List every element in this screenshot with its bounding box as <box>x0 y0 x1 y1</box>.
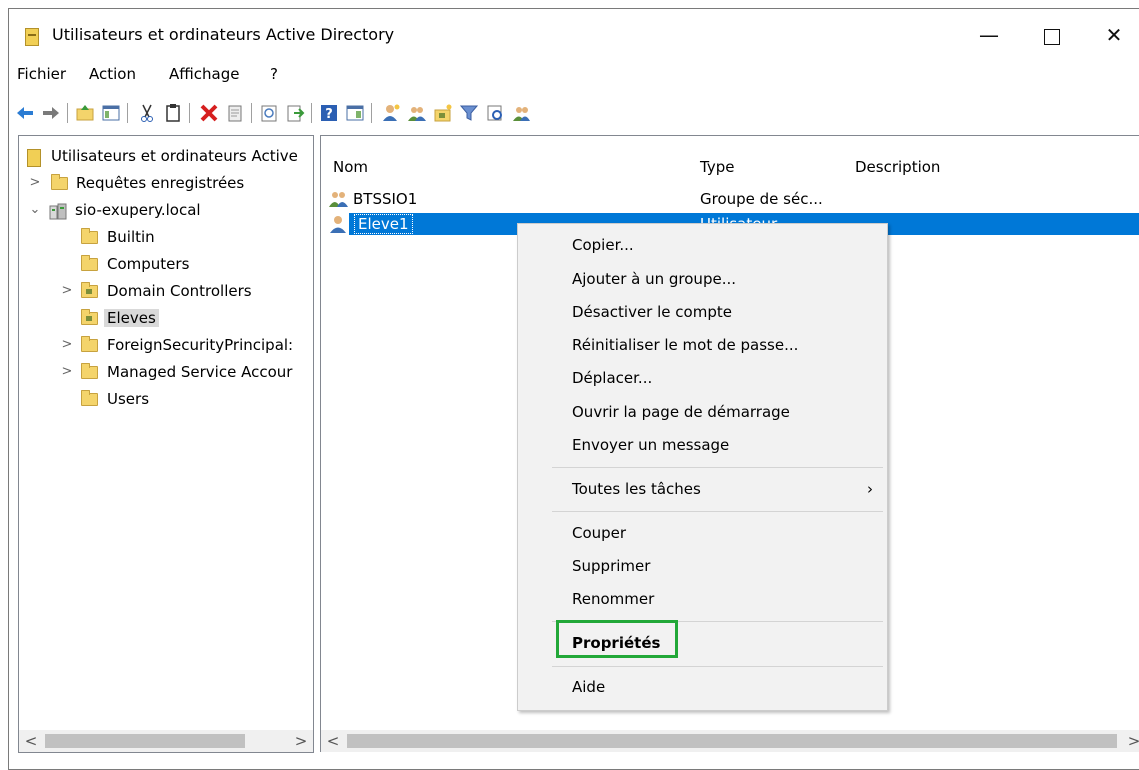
minimize-button[interactable]: — <box>966 17 1012 53</box>
toolbar-separator <box>189 103 190 123</box>
menu-item-cut[interactable]: Couper <box>572 524 626 542</box>
back-arrow-icon[interactable] <box>15 103 35 123</box>
svg-text:?: ? <box>325 107 333 122</box>
menu-action[interactable]: Action <box>89 65 136 83</box>
menu-item-disable-account[interactable]: Désactiver le compte <box>572 303 732 321</box>
menu-separator <box>552 511 883 512</box>
scrollbar-thumb[interactable] <box>347 734 1117 748</box>
toolbar-separator <box>67 103 68 123</box>
toolbar-separator <box>311 103 312 123</box>
toolbar-separator <box>371 103 372 123</box>
tree-item-label: Builtin <box>107 228 155 246</box>
expand-chevron-icon[interactable]: > <box>61 338 73 351</box>
paste-icon[interactable] <box>163 103 183 123</box>
menu-item-reset-password[interactable]: Réinitialiser le mot de passe... <box>572 336 798 354</box>
group-icon <box>329 192 348 207</box>
menu-item-send-mail[interactable]: Envoyer un message <box>572 436 729 454</box>
menu-item-help[interactable]: Aide <box>572 678 605 696</box>
cut-icon[interactable] <box>137 103 157 123</box>
column-header-type[interactable]: Type <box>700 158 734 176</box>
ad-console-icon <box>25 28 39 46</box>
domain-icon <box>49 203 67 220</box>
forward-arrow-icon[interactable] <box>41 103 61 123</box>
tree-item-label: Domain Controllers <box>107 282 252 300</box>
menu-item-copy[interactable]: Copier... <box>572 236 634 254</box>
list-row-group[interactable]: BTSSIO1 Groupe de séc... <box>321 188 1139 210</box>
list-cell-type: Groupe de séc... <box>700 190 823 208</box>
tree-item-label: Users <box>107 390 150 408</box>
ou-folder-icon <box>81 309 98 325</box>
title-bar: Utilisateurs et ordinateurs Active Direc… <box>9 9 1139 57</box>
scroll-left-icon[interactable]: < <box>323 731 343 751</box>
maximize-icon <box>1044 28 1060 45</box>
add-to-group-icon[interactable] <box>511 103 531 123</box>
folder-icon <box>81 255 98 271</box>
toolbar: ? <box>9 97 1139 131</box>
show-action-pane-icon[interactable] <box>345 103 365 123</box>
scroll-left-icon[interactable]: < <box>21 731 41 751</box>
find-icon[interactable] <box>485 103 505 123</box>
list-horizontal-scrollbar[interactable]: < > <box>321 730 1139 752</box>
console-tree[interactable]: Utilisateurs et ordinateurs Active > Req… <box>18 135 314 753</box>
context-menu: Copier... Ajouter à un groupe... Désacti… <box>517 223 888 711</box>
new-ou-icon[interactable] <box>433 103 453 123</box>
toolbar-separator <box>251 103 252 123</box>
properties-highlight-box <box>556 620 678 658</box>
column-header-description[interactable]: Description <box>855 158 940 176</box>
maximize-button[interactable] <box>1029 17 1075 53</box>
new-user-icon[interactable] <box>381 103 401 123</box>
scrollbar-thumb[interactable] <box>45 734 245 748</box>
new-group-icon[interactable] <box>407 103 427 123</box>
tree-item-label: Managed Service Accour <box>107 363 293 381</box>
menu-view[interactable]: Affichage <box>169 65 239 83</box>
folder-icon <box>51 174 68 190</box>
tree-item-label: Eleves <box>104 309 159 327</box>
menu-separator <box>552 666 883 667</box>
submenu-arrow-icon: › <box>867 480 873 498</box>
filter-icon[interactable] <box>459 103 479 123</box>
menu-item-all-tasks[interactable]: Toutes les tâches <box>572 480 701 498</box>
tree-horizontal-scrollbar[interactable]: < > <box>19 730 313 752</box>
properties-icon[interactable] <box>225 103 245 123</box>
export-list-icon[interactable] <box>285 103 305 123</box>
up-folder-icon[interactable] <box>75 103 95 123</box>
menu-separator <box>552 467 883 468</box>
menu-help[interactable]: ? <box>270 65 278 83</box>
menu-item-delete[interactable]: Supprimer <box>572 557 650 575</box>
collapse-chevron-icon[interactable]: ⌄ <box>29 203 41 216</box>
tree-item-label: ForeignSecurityPrincipal: <box>107 336 294 354</box>
folder-icon <box>81 228 98 244</box>
close-button[interactable]: ✕ <box>1091 17 1137 53</box>
ou-folder-icon <box>81 282 98 298</box>
menu-file[interactable]: Fichier <box>17 65 66 83</box>
tree-item-label: sio-exupery.local <box>75 201 201 219</box>
delete-icon[interactable] <box>199 103 219 123</box>
menu-item-rename[interactable]: Renommer <box>572 590 654 608</box>
menu-item-open-home-page[interactable]: Ouvrir la page de démarrage <box>572 403 790 421</box>
tree-root-label: Utilisateurs et ordinateurs Active <box>51 147 298 165</box>
help-icon[interactable]: ? <box>319 103 339 123</box>
menu-item-move[interactable]: Déplacer... <box>572 369 652 387</box>
ad-console-icon <box>27 149 41 167</box>
menu-item-add-to-group[interactable]: Ajouter à un groupe... <box>572 270 736 288</box>
list-cell-name: BTSSIO1 <box>353 190 418 208</box>
tree-item-label: Computers <box>107 255 190 273</box>
column-header-name[interactable]: Nom <box>333 158 368 176</box>
toolbar-separator <box>127 103 128 123</box>
folder-icon <box>81 363 98 379</box>
menu-bar: Fichier Action Affichage ? <box>9 62 1139 88</box>
folder-icon <box>81 336 98 352</box>
window-title: Utilisateurs et ordinateurs Active Direc… <box>52 25 395 44</box>
user-icon <box>330 216 346 233</box>
folder-icon <box>81 390 98 406</box>
expand-chevron-icon[interactable]: > <box>61 284 73 297</box>
expand-chevron-icon[interactable]: > <box>29 176 41 189</box>
expand-chevron-icon[interactable]: > <box>61 365 73 378</box>
show-hide-console-tree-icon[interactable] <box>101 103 121 123</box>
tree-item-label: Requêtes enregistrées <box>76 174 245 192</box>
scroll-right-icon[interactable]: > <box>291 731 311 751</box>
refresh-icon[interactable] <box>259 103 279 123</box>
list-cell-name: Eleve1 <box>354 214 413 234</box>
scroll-right-icon[interactable]: > <box>1124 731 1139 751</box>
